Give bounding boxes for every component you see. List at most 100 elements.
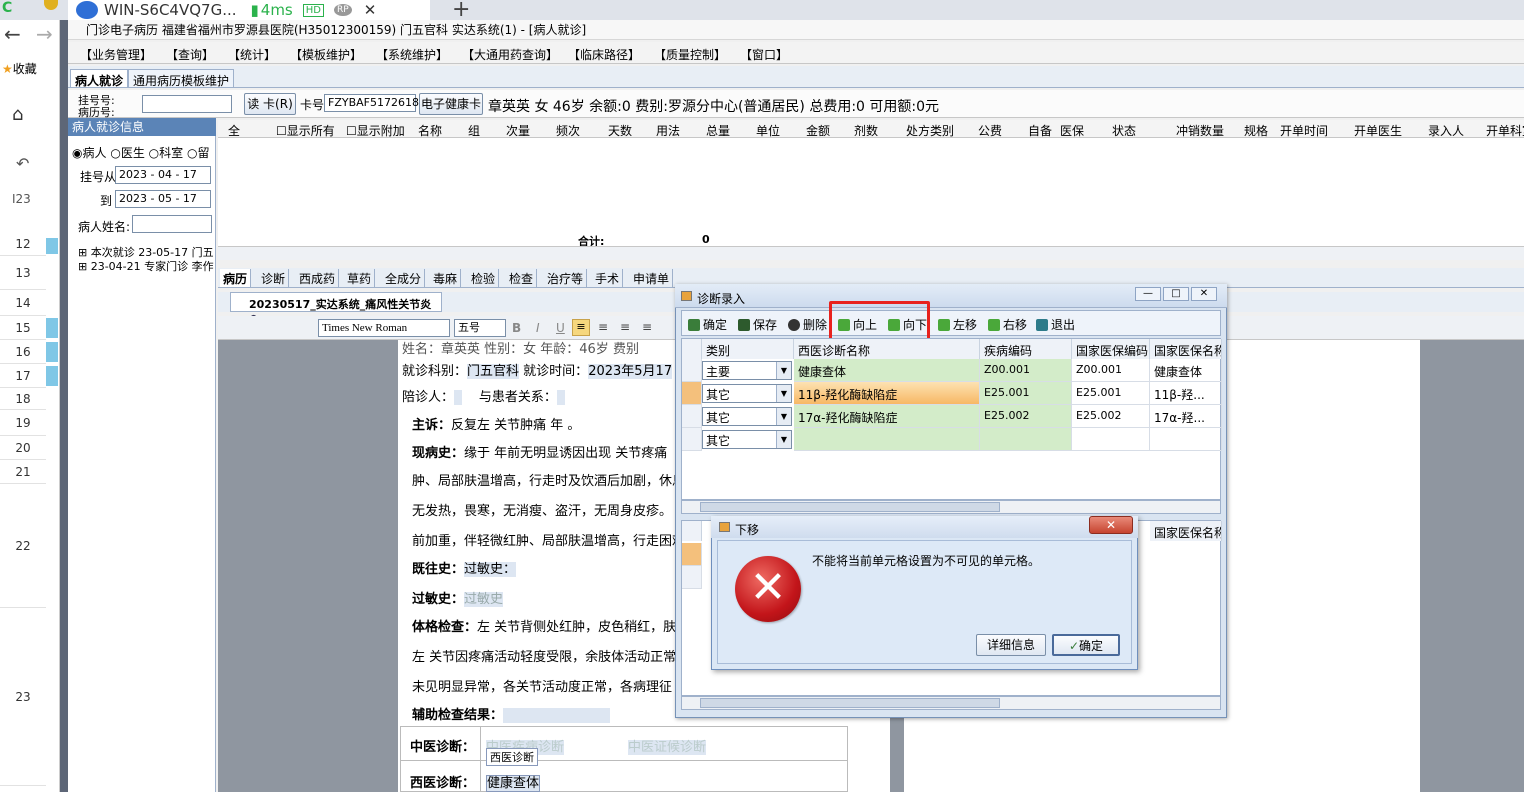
size-select[interactable]: 五号 — [454, 319, 506, 337]
ok-button[interactable]: ✓确定 — [1052, 634, 1120, 656]
col-group[interactable]: 组 — [468, 122, 480, 139]
col-nat-name[interactable]: 国家医保名称 — [1150, 521, 1222, 541]
maximize-button[interactable]: □ — [1163, 287, 1189, 301]
tab-treatment[interactable]: 治疗等 — [544, 269, 588, 287]
justify-icon[interactable]: ≡ — [642, 320, 652, 334]
dx-code-cell[interactable]: E25.001 — [980, 382, 1072, 405]
align-left-icon[interactable]: ≡ — [572, 319, 590, 336]
grid-scrollbar[interactable] — [681, 696, 1221, 710]
from-date-input[interactable]: 2023 - 04 - 17 — [115, 166, 211, 184]
align-center-icon[interactable]: ≡ — [598, 320, 608, 334]
radio-dept[interactable]: ○ — [149, 146, 159, 160]
col-dx-code[interactable]: 疾病编码 — [980, 339, 1072, 359]
type-select[interactable]: 其它 — [702, 430, 792, 449]
menu-system[interactable]: 【系统维护】 — [376, 46, 448, 63]
minimize-button[interactable]: — — [1135, 287, 1161, 301]
hpi-text[interactable]: 无发热，畏寒，无消瘦、盗汗，无周身皮疹。 年 — [412, 500, 689, 519]
close-tab-icon[interactable]: ✕ — [364, 1, 377, 19]
col-writeoff[interactable]: 冲销数量 — [1176, 122, 1224, 139]
col-spec[interactable]: 规格 — [1244, 122, 1268, 139]
time-field[interactable]: 2023年5月17 — [588, 364, 673, 379]
tcm-syndrome-field[interactable]: 中医证候诊断 — [628, 740, 707, 755]
exam-text[interactable]: 左 关节因疼痛活动轻度受限，余肢体活动正常 — [412, 646, 676, 665]
confirm-button[interactable]: 确定 — [688, 316, 727, 333]
col-days[interactable]: 天数 — [608, 122, 632, 139]
tab-lab[interactable]: 检验 — [468, 269, 500, 287]
relation-field[interactable] — [556, 390, 566, 405]
move-left-button[interactable]: 左移 — [938, 316, 977, 333]
col-type[interactable]: 类别 — [702, 339, 794, 359]
scrollbar-thumb[interactable] — [700, 502, 1000, 512]
col-all[interactable]: 全 — [228, 122, 240, 139]
show-all-checkbox[interactable]: ☐显示所有 — [276, 122, 335, 139]
document-tab[interactable]: 20230517_实达系统_痛风性关节炎 ⊗ — [230, 292, 442, 325]
dx-name-cell-selected[interactable]: 11β-羟化酶缺陷症 — [794, 382, 980, 405]
exam-text[interactable]: 左 关节背侧处红肿，皮色稍红，肤 — [477, 620, 676, 635]
hpi-text[interactable]: 缘于 年前无明显诱因出现 关节疼痛 — [464, 446, 667, 461]
nat-code-cell[interactable]: E25.001 — [1072, 382, 1150, 405]
tab-exam[interactable]: 检查 — [506, 269, 538, 287]
type-select[interactable]: 主要 — [702, 361, 792, 380]
nat-code-cell[interactable]: E25.002 — [1072, 405, 1150, 428]
patient-name-input[interactable] — [132, 215, 212, 233]
underline-icon[interactable]: U — [556, 321, 565, 335]
back-icon[interactable]: ← — [4, 22, 21, 46]
menu-clinical-path[interactable]: 【临床路径】 — [568, 46, 640, 63]
tab-record[interactable]: 病历 — [220, 269, 252, 287]
col-status[interactable]: 状态 — [1112, 122, 1136, 139]
col-entered-by[interactable]: 录入人 — [1428, 122, 1464, 139]
col-order-time[interactable]: 开单时间 — [1280, 122, 1328, 139]
menu-query[interactable]: 【查询】 — [166, 46, 214, 63]
col-nat-code[interactable]: 国家医保编码 — [1072, 339, 1150, 359]
col-amount[interactable]: 金额 — [806, 122, 830, 139]
error-close-button[interactable]: ✕ — [1089, 516, 1133, 534]
nat-code-cell[interactable]: Z00.001 — [1072, 359, 1150, 382]
font-select[interactable]: Times New Roman — [318, 319, 450, 337]
col-public[interactable]: 公费 — [978, 122, 1002, 139]
tab-template-maintain[interactable]: 通用病历模板维护 — [128, 69, 235, 88]
col-usage[interactable]: 用法 — [656, 122, 680, 139]
radio-stay[interactable]: ○ — [187, 146, 197, 160]
ehealth-card-button[interactable]: 电子健康卡 — [419, 93, 483, 115]
nat-name-cell[interactable]: 健康查体 — [1150, 359, 1222, 382]
forward-icon[interactable]: → — [36, 22, 53, 46]
align-right-icon[interactable]: ≡ — [620, 320, 630, 334]
nat-code-cell[interactable] — [1072, 428, 1150, 451]
menu-quality[interactable]: 【质量控制】 — [654, 46, 726, 63]
type-select[interactable]: 其它 — [702, 407, 792, 426]
dx-name-cell[interactable]: 健康查体 — [794, 359, 980, 382]
delete-button[interactable]: 删除 — [788, 316, 827, 333]
dept-field[interactable]: 门五官科 — [467, 364, 520, 379]
nat-name-cell[interactable]: 17α-羟... — [1150, 405, 1222, 428]
tab-request[interactable]: 申请单 — [630, 269, 674, 287]
nat-name-cell[interactable] — [1150, 428, 1222, 451]
radio-doctor[interactable]: ○ — [110, 146, 120, 160]
nat-name-cell[interactable]: 11β-羟... — [1150, 382, 1222, 405]
complaint-text[interactable]: 反复左 关节肿痛 年 。 — [451, 418, 580, 433]
menu-statistics[interactable]: 【统计】 — [228, 46, 276, 63]
save-button[interactable]: 保存 — [738, 316, 777, 333]
col-total[interactable]: 总量 — [706, 122, 730, 139]
wm-dx-field[interactable]: 健康查体 — [486, 775, 541, 792]
horizontal-scrollbar[interactable] — [218, 246, 1524, 260]
menu-template[interactable]: 【模板维护】 — [290, 46, 362, 63]
browser-tab[interactable]: WIN-S6C4VQ7G... ▮ 4ms HD RP ✕ — [68, 0, 430, 20]
read-card-button[interactable]: 读 卡(R) — [244, 93, 296, 115]
tab-patient-visit[interactable]: 病人就诊 — [70, 69, 129, 88]
undo-icon[interactable]: ↶ — [16, 154, 29, 173]
col-rx-type[interactable]: 处方类别 — [906, 122, 954, 139]
card-no-input[interactable]: FZYBAF5172618 — [324, 94, 419, 112]
companion-field[interactable] — [454, 390, 463, 405]
dx-name-cell[interactable]: 17α-羟化酶缺陷症 — [794, 405, 980, 428]
tab-full-ingredient[interactable]: 全成分 — [382, 269, 426, 287]
type-select[interactable]: 其它 — [702, 384, 792, 403]
hpi-text[interactable]: 肿、局部肤温增高，行走时及饮酒后加剧，休息后 — [412, 470, 698, 489]
tab-surgery[interactable]: 手术 — [592, 269, 624, 287]
new-tab-icon[interactable]: + — [452, 0, 470, 22]
hpi-text[interactable]: 前加重，伴轻微红肿、局部肤温增高，行走困难 — [412, 530, 685, 549]
tab-diagnosis[interactable]: 诊断 — [258, 269, 290, 287]
dx-code-cell[interactable] — [980, 428, 1072, 451]
col-doses[interactable]: 剂数 — [854, 122, 878, 139]
home-icon[interactable]: ⌂ — [12, 104, 23, 125]
col-self[interactable]: 自备 — [1028, 122, 1052, 139]
